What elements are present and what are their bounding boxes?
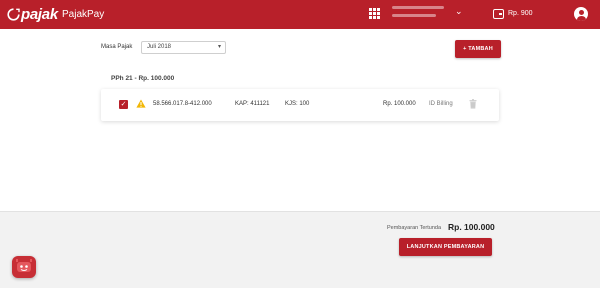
tax-item-row: ✓ 58.566.017.8-412.000 KAP: 411121 KJS: … xyxy=(101,89,499,121)
user-name-redacted xyxy=(392,6,444,9)
billing-id: ID Billing xyxy=(429,101,453,107)
warning-icon xyxy=(136,99,146,108)
account-icon[interactable] xyxy=(574,7,588,21)
caret-down-icon: ▾ xyxy=(217,44,221,50)
chatbot-icon[interactable] xyxy=(12,256,36,278)
period-select[interactable]: Juli 2018 ▾ xyxy=(141,41,226,54)
tax-group-title: PPh 21 - Rp. 100.000 xyxy=(111,75,175,82)
continue-payment-button[interactable]: LANJUTKAN PEMBAYARAN xyxy=(399,238,492,256)
main-content: Masa Pajak Juli 2018 ▾ + TAMBAH PPh 21 -… xyxy=(0,29,600,211)
apps-grid-icon[interactable] xyxy=(369,8,380,19)
add-button[interactable]: + TAMBAH xyxy=(455,40,501,58)
chevron-down-icon[interactable]: ⌄ xyxy=(455,7,463,16)
kap-value: KAP: 411121 xyxy=(235,101,270,107)
kjs-value: KJS: 100 xyxy=(285,101,310,107)
wallet-icon xyxy=(493,9,504,19)
check-icon[interactable]: ✓ xyxy=(119,100,128,109)
user-npwp-redacted xyxy=(392,14,436,17)
top-navbar: pajak PajakPay ⌄ Rp. 900 xyxy=(0,0,600,29)
payment-footer: Pembayaran Tertunda Rp. 100.000 LANJUTKA… xyxy=(0,211,600,288)
pending-payment-amount: Rp. 100.000 xyxy=(448,222,495,232)
amount-value: Rp. 100.000 xyxy=(383,101,416,107)
app-name: PajakPay xyxy=(62,9,105,20)
wallet-balance[interactable]: Rp. 900 xyxy=(508,10,533,17)
period-label: Masa Pajak xyxy=(101,44,133,50)
logo-text: pajak xyxy=(21,6,58,23)
period-value: Juli 2018 xyxy=(147,44,172,50)
trash-icon[interactable] xyxy=(469,99,477,109)
npwp-value: 58.566.017.8-412.000 xyxy=(153,101,212,107)
logo-mark-icon xyxy=(7,8,20,21)
pajak-logo[interactable]: pajak xyxy=(7,6,58,23)
pending-payment-label: Pembayaran Tertunda xyxy=(387,225,442,231)
user-info-redacted[interactable] xyxy=(392,6,444,22)
